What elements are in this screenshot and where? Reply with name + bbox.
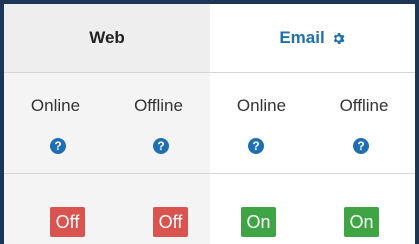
email-offline-label: Offline [339,96,389,115]
web-header-label: Web [89,28,125,47]
row-divider [4,173,415,174]
header-divider [4,72,415,73]
email-header[interactable]: Email [210,4,415,72]
notification-settings-panel: Web Email Online Offline Online Offline … [4,4,415,244]
web-header: Web [4,4,210,72]
help-icon[interactable]: ? [50,138,66,154]
web-online-toggle[interactable]: Off [50,207,85,237]
email-header-label[interactable]: Email [279,28,324,48]
email-offline-toggle[interactable]: On [344,207,379,237]
web-offline-toggle[interactable]: Off [153,207,188,237]
web-offline-label: Offline [134,96,183,115]
email-online-label: Online [236,96,287,115]
help-icon[interactable]: ? [153,138,169,154]
gear-icon[interactable] [331,31,346,46]
email-online-toggle[interactable]: On [241,207,276,237]
web-online-label: Online [30,96,81,115]
help-icon[interactable]: ? [353,138,369,154]
help-icon[interactable]: ? [248,138,264,154]
